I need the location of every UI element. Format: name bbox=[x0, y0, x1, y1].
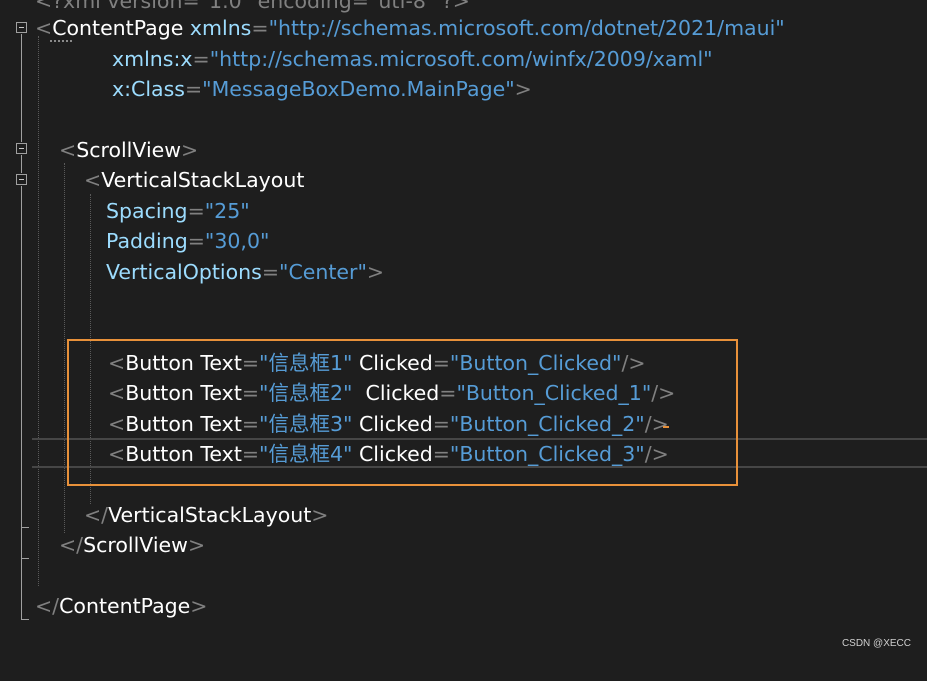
attribute-value: "Center" bbox=[279, 260, 367, 284]
delimiter: > bbox=[311, 503, 329, 527]
delimiter: = bbox=[261, 260, 280, 284]
code-text: VerticalOptions="Center"> bbox=[106, 257, 384, 287]
indent-guide bbox=[64, 163, 65, 533]
code-line[interactable]: x:Class="MessageBoxDemo.MainPage"> bbox=[0, 74, 532, 104]
element-name: ContentPage bbox=[52, 16, 184, 40]
code-line[interactable]: <ContentPage xmlns="http://schemas.micro… bbox=[0, 13, 785, 43]
delimiter: = bbox=[187, 229, 205, 253]
code-line[interactable]: <ScrollView> bbox=[0, 135, 198, 165]
attribute-value: "http://schemas.microsoft.com/dotnet/202… bbox=[268, 16, 785, 40]
delimiter: < bbox=[35, 16, 53, 40]
code-line[interactable]: Padding="30,0" bbox=[0, 226, 269, 256]
element-name: ContentPage bbox=[59, 594, 191, 618]
attribute-name: Padding bbox=[106, 229, 188, 253]
code-text: <VerticalStackLayout bbox=[84, 165, 304, 195]
code-line[interactable]: </VerticalStackLayout> bbox=[0, 500, 328, 530]
delimiter: </ bbox=[59, 533, 84, 557]
attribute-name: xmlns:x bbox=[112, 47, 193, 71]
attribute-value: "30,0" bbox=[204, 229, 270, 253]
delimiter: </ bbox=[84, 503, 109, 527]
code-text: Spacing="25" bbox=[106, 196, 250, 226]
delimiter: </ bbox=[35, 594, 60, 618]
attribute-name: VerticalOptions bbox=[106, 260, 262, 284]
code-line[interactable]: <Button Text="信息框2" Clicked="Button_Clic… bbox=[0, 378, 675, 408]
code-text: <ScrollView> bbox=[59, 135, 198, 165]
indent-guide bbox=[38, 36, 39, 586]
code-editor[interactable]: <?xml version="1.0" encoding="utf-8" ?> … bbox=[0, 0, 927, 657]
element-name: ScrollView bbox=[76, 138, 182, 162]
delimiter: > bbox=[181, 138, 199, 162]
code-line[interactable]: Spacing="25" bbox=[0, 196, 250, 226]
attribute-value: "25" bbox=[204, 199, 250, 223]
code-line[interactable]: xmlns:x="http://schemas.microsoft.com/wi… bbox=[0, 44, 713, 74]
element-name: ScrollView bbox=[83, 533, 188, 557]
element-name: VerticalStackLayout bbox=[101, 168, 305, 192]
code-text: </VerticalStackLayout> bbox=[84, 500, 328, 530]
watermark: CSDN @XECC bbox=[841, 638, 911, 649]
delimiter: = bbox=[192, 47, 210, 71]
warning-squiggle bbox=[50, 40, 72, 42]
code-text: <ContentPage xmlns="http://schemas.micro… bbox=[35, 13, 785, 43]
delimiter: > bbox=[190, 594, 208, 618]
delimiter: < bbox=[59, 138, 77, 162]
code-line[interactable]: <Button Text="信息框3" Clicked="Button_Clic… bbox=[0, 409, 669, 439]
code-text: </ContentPage> bbox=[35, 591, 207, 621]
code-line-current[interactable]: <Button Text="信息框4" Clicked="Button_Clic… bbox=[0, 439, 669, 469]
code-text: xmlns:x="http://schemas.microsoft.com/wi… bbox=[112, 44, 713, 74]
code-line[interactable]: </ScrollView> bbox=[0, 530, 205, 560]
annotation-highlight-box bbox=[67, 339, 738, 486]
delimiter: > bbox=[187, 533, 206, 557]
code-text: </ScrollView> bbox=[59, 530, 205, 560]
code-text: Padding="30,0" bbox=[106, 226, 269, 256]
attribute-value: "MessageBoxDemo.MainPage" bbox=[202, 77, 515, 101]
delimiter: > bbox=[366, 260, 385, 284]
attribute-name: x:Class bbox=[112, 77, 185, 101]
code-line[interactable]: VerticalOptions="Center"> bbox=[0, 257, 384, 287]
delimiter: = bbox=[187, 199, 205, 223]
delimiter: = bbox=[251, 16, 269, 40]
code-text: x:Class="MessageBoxDemo.MainPage"> bbox=[112, 74, 532, 104]
delimiter: = bbox=[184, 77, 203, 101]
code-line[interactable]: <VerticalStackLayout bbox=[0, 165, 304, 195]
delimiter: < bbox=[84, 168, 102, 192]
code-line[interactable]: </ContentPage> bbox=[0, 591, 207, 621]
delimiter: > bbox=[514, 77, 532, 101]
code-line[interactable]: <Button Text="信息框1" Clicked="Button_Clic… bbox=[0, 348, 646, 378]
attribute-value: "http://schemas.microsoft.com/winfx/2009… bbox=[209, 47, 713, 71]
attribute-name: xmlns bbox=[189, 16, 252, 40]
attribute-name: Spacing bbox=[106, 199, 188, 223]
element-name: VerticalStackLayout bbox=[108, 503, 312, 527]
